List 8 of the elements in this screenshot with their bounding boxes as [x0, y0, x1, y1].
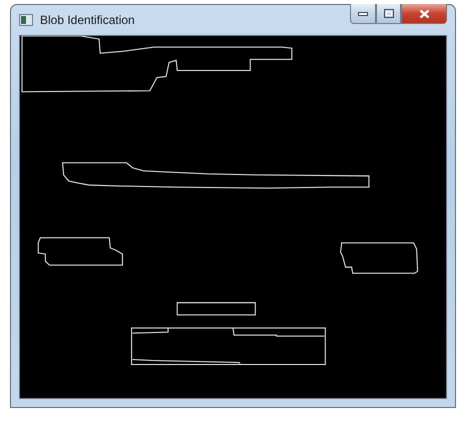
close-icon	[418, 8, 430, 18]
minimize-button[interactable]	[350, 4, 376, 24]
maximize-button[interactable]	[376, 4, 401, 24]
window-title: Blob Identification	[40, 13, 136, 27]
close-button[interactable]	[401, 4, 447, 24]
app-icon	[19, 14, 33, 26]
maximize-icon	[384, 9, 394, 18]
minimize-icon	[358, 12, 368, 16]
